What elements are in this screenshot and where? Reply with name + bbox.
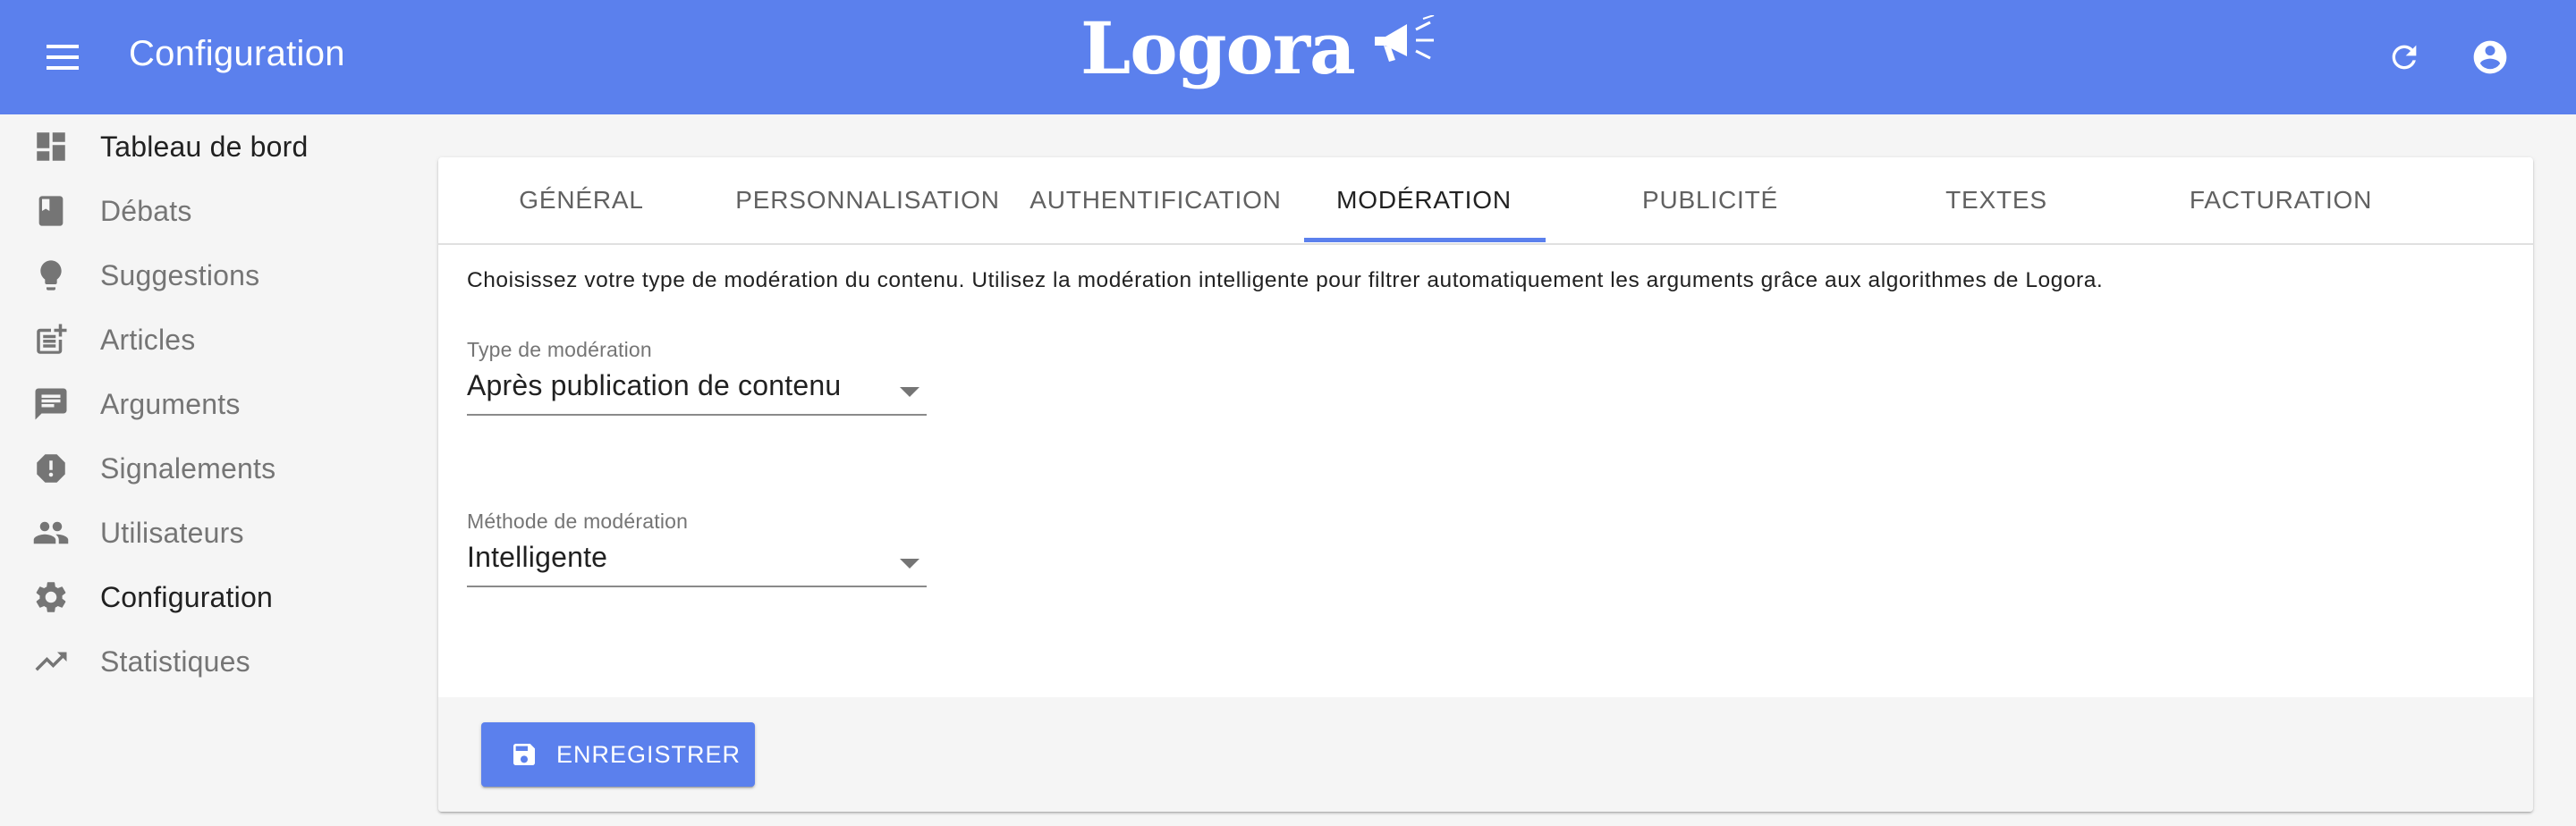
report-icon bbox=[32, 450, 70, 487]
people-icon bbox=[32, 514, 70, 552]
comment-icon bbox=[32, 385, 70, 423]
moderation-description: Choisissez votre type de modération du c… bbox=[467, 268, 2104, 292]
tab-personnalisation[interactable]: PERSONNALISATION bbox=[724, 157, 1011, 243]
moderation-method-field: Méthode de modération Intelligente bbox=[467, 510, 927, 587]
sidebar-item-label: Utilisateurs bbox=[100, 516, 244, 549]
logo-text: Logora bbox=[1080, 6, 1356, 90]
chevron-down-icon bbox=[900, 559, 919, 569]
sidebar-item-arguments[interactable]: Arguments bbox=[0, 372, 411, 436]
tab-authentification[interactable]: AUTHENTIFICATION bbox=[1013, 157, 1299, 243]
tab-general[interactable]: GÉNÉRAL bbox=[438, 157, 724, 243]
sidebar-item-label: Articles bbox=[100, 323, 196, 356]
sidebar-item-label: Configuration bbox=[100, 580, 273, 613]
sidebar-item-tableau-de-bord[interactable]: Tableau de bord bbox=[0, 114, 411, 179]
megaphone-icon bbox=[1374, 15, 1435, 62]
sidebar-item-label: Signalements bbox=[100, 451, 276, 485]
moderation-type-value: Après publication de contenu bbox=[467, 369, 842, 401]
tab-facturation[interactable]: FACTURATION bbox=[2138, 157, 2424, 243]
refresh-icon[interactable] bbox=[2379, 32, 2429, 82]
tab-publicite[interactable]: PUBLICITÉ bbox=[1567, 157, 1853, 243]
moderation-type-label: Type de modération bbox=[467, 338, 652, 361]
trending-up-icon bbox=[32, 643, 70, 680]
save-button[interactable]: ENREGISTRER bbox=[481, 722, 755, 787]
lightbulb-icon bbox=[32, 257, 70, 294]
sidebar-item-label: Arguments bbox=[100, 387, 241, 420]
book-icon bbox=[32, 192, 70, 230]
settings-icon bbox=[32, 578, 70, 616]
moderation-type-field: Type de modération Après publication de … bbox=[467, 338, 927, 416]
sidebar-item-label: Statistiques bbox=[100, 645, 250, 678]
sidebar-item-label: Débats bbox=[100, 194, 192, 227]
sidebar-item-utilisateurs[interactable]: Utilisateurs bbox=[0, 501, 411, 565]
sidebar-item-debats[interactable]: Débats bbox=[0, 179, 411, 243]
card-footer: ENREGISTRER bbox=[438, 697, 2533, 812]
app-bar: Configuration Logora bbox=[0, 0, 2576, 114]
moderation-method-value: Intelligente bbox=[467, 541, 608, 573]
sidebar-item-statistiques[interactable]: Statistiques bbox=[0, 629, 411, 694]
save-icon bbox=[510, 740, 538, 769]
sidebar-item-label: Suggestions bbox=[100, 258, 260, 291]
sidebar-item-articles[interactable]: Articles bbox=[0, 308, 411, 372]
tab-textes[interactable]: TEXTES bbox=[1853, 157, 2140, 243]
logo: Logora bbox=[1080, 5, 1446, 91]
sidebar-item-signalements[interactable]: Signalements bbox=[0, 436, 411, 501]
sidebar-item-suggestions[interactable]: Suggestions bbox=[0, 243, 411, 308]
dashboard-icon bbox=[32, 128, 70, 165]
page-title: Configuration bbox=[129, 34, 345, 73]
sidebar-item-configuration[interactable]: Configuration bbox=[0, 565, 411, 629]
post-add-icon bbox=[32, 321, 70, 358]
menu-icon[interactable] bbox=[39, 34, 86, 80]
moderation-method-select[interactable]: Intelligente bbox=[467, 541, 927, 587]
settings-card: GÉNÉRAL PERSONNALISATION AUTHENTIFICATIO… bbox=[438, 157, 2533, 812]
tab-bar: GÉNÉRAL PERSONNALISATION AUTHENTIFICATIO… bbox=[438, 157, 2533, 245]
moderation-type-select[interactable]: Après publication de contenu bbox=[467, 369, 927, 416]
active-tab-indicator bbox=[1304, 238, 1546, 242]
account-circle-icon[interactable] bbox=[2465, 32, 2515, 82]
moderation-method-label: Méthode de modération bbox=[467, 510, 689, 533]
save-button-label: ENREGISTRER bbox=[556, 740, 741, 768]
chevron-down-icon bbox=[900, 387, 919, 397]
tab-moderation[interactable]: MODÉRATION bbox=[1281, 157, 1567, 243]
sidebar-item-label: Tableau de bord bbox=[100, 130, 309, 163]
